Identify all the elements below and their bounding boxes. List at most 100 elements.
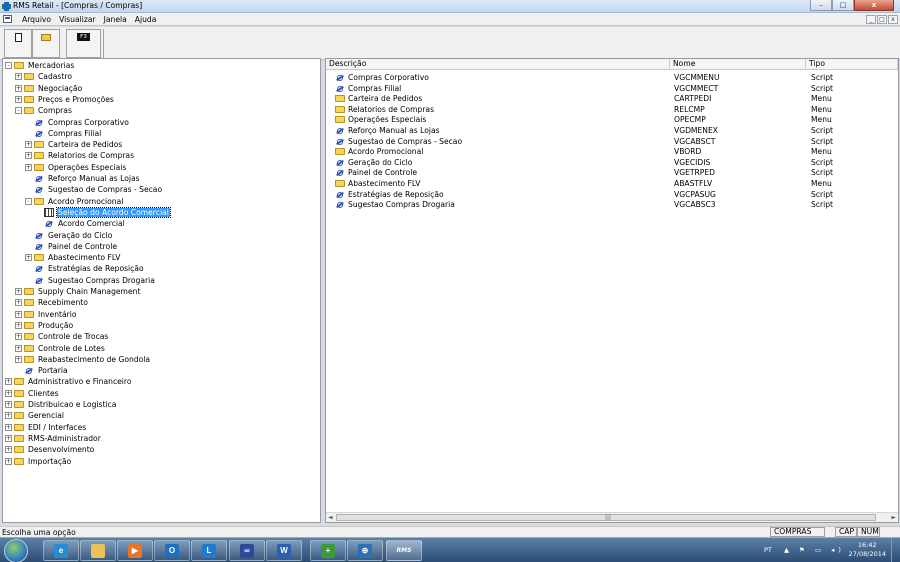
list-row[interactable]: Operações Especiais OPECMP Menu <box>326 114 898 125</box>
expand-icon[interactable]: + <box>5 389 12 397</box>
tree-item-label[interactable]: Abastecimento FLV <box>47 253 121 262</box>
tree-item[interactable]: Portaria <box>15 365 69 376</box>
tree-item[interactable]: + Cadastro <box>15 71 73 82</box>
tree-item-label[interactable]: Acordo Comercial <box>57 219 126 228</box>
expand-icon[interactable]: + <box>25 152 32 160</box>
maximize-button[interactable]: □ <box>832 0 854 11</box>
expand-icon[interactable]: + <box>15 288 22 295</box>
tree-item[interactable]: + Supply Chain Management <box>15 286 141 297</box>
tree-item-label[interactable]: Operações Especiais <box>47 163 127 172</box>
scroll-right-icon[interactable]: ► <box>891 514 896 521</box>
tree-item[interactable]: + Gerencial <box>5 410 65 421</box>
column-nome[interactable]: Nome <box>670 59 806 70</box>
tree-item-label[interactable]: Reabastecimento de Gondola <box>37 355 151 364</box>
list-row[interactable]: Compras Corporativo VGCMMENU Script <box>326 72 898 83</box>
tree-item-label[interactable]: Inventário <box>37 310 78 319</box>
list-row[interactable]: Compras Filial VGCMMECT Script <box>326 83 898 94</box>
horizontal-scrollbar[interactable]: ◄ ||| ► <box>326 512 898 522</box>
tree-item-label-selected[interactable]: Seleção do Acordo Comercial <box>56 206 171 218</box>
taskbar-app[interactable]: ⊕ <box>347 540 383 561</box>
tree-item-label[interactable]: Estratégias de Reposição <box>47 264 145 273</box>
expand-icon[interactable]: + <box>15 299 22 307</box>
tree-item[interactable]: Painel de Controle <box>25 241 118 252</box>
tree-item[interactable]: + Controle de Lotes <box>15 343 106 354</box>
expand-icon[interactable]: + <box>15 355 22 363</box>
tree-item-label[interactable]: Compras Corporativo <box>47 118 130 127</box>
tree-item[interactable]: + Preços e Promoções <box>15 94 115 105</box>
f3-button[interactable]: F3 <box>66 29 101 58</box>
tree-item[interactable]: + RMS-Administrador <box>5 433 102 444</box>
tree-item[interactable]: + Administrativo e Financeiro <box>5 376 133 387</box>
menu-janela[interactable]: Janela <box>100 15 131 24</box>
tree-item[interactable]: - Compras <box>15 105 73 116</box>
column-descricao[interactable]: Descrição <box>326 59 670 70</box>
expand-icon[interactable]: + <box>25 254 32 262</box>
list-row[interactable]: Geração do Ciclo VGECIDIS Script <box>326 157 898 168</box>
tree-item-label[interactable]: Controle de Lotes <box>37 344 106 353</box>
tree-item[interactable]: Sugestao de Compras - Secao <box>25 184 163 195</box>
tree-item-label[interactable]: Distribuicao e Logistica <box>27 400 117 409</box>
taskbar-app[interactable]: e <box>43 540 79 561</box>
expand-icon[interactable]: + <box>5 434 12 442</box>
list-row[interactable]: Acordo Promocional VBORD Menu <box>326 146 898 157</box>
expand-icon[interactable]: + <box>5 457 12 465</box>
expand-icon[interactable]: + <box>25 141 32 149</box>
new-button[interactable] <box>4 29 32 58</box>
expand-icon[interactable]: + <box>15 333 22 341</box>
tree-item-label[interactable]: Administrativo e Financeiro <box>27 377 133 386</box>
collapse-icon[interactable]: - <box>25 197 32 205</box>
tree-item[interactable]: Acordo Comercial <box>35 218 126 229</box>
list-row[interactable]: Painel de Controle VGETRPED Script <box>326 167 898 178</box>
taskbar-rms-app[interactable]: RMS <box>386 540 422 561</box>
tree-item[interactable]: + Carteira de Pedidos <box>25 139 123 150</box>
tree-item-label[interactable]: Recebimento <box>37 298 89 307</box>
expand-icon[interactable]: + <box>15 95 22 103</box>
tree-item-label[interactable]: Compras <box>37 106 73 115</box>
open-button[interactable] <box>32 29 60 58</box>
taskbar-app[interactable]: + <box>310 540 346 561</box>
tree-item[interactable]: + Recebimento <box>15 297 89 308</box>
scroll-thumb[interactable]: ||| <box>336 514 876 521</box>
tree-item-label[interactable]: Controle de Trocas <box>37 332 109 341</box>
tree-item-label[interactable]: Relatorios de Compras <box>47 151 135 160</box>
expand-icon[interactable]: + <box>25 163 32 171</box>
tree-item-label[interactable]: Cadastro <box>37 72 73 81</box>
collapse-icon[interactable]: - <box>5 62 12 69</box>
menu-ajuda[interactable]: Ajuda <box>131 15 161 24</box>
list-row[interactable]: Sugestao de Compras - Secao VGCABSCT Scrip… <box>326 136 898 147</box>
show-desktop-button[interactable] <box>891 538 900 562</box>
start-button[interactable] <box>4 539 28 562</box>
minimize-button[interactable]: – <box>810 0 832 11</box>
tree-item-label[interactable]: Negociação <box>37 84 83 93</box>
tree-item[interactable]: - Mercadorias <box>5 60 75 71</box>
clock[interactable]: 16:42 27/08/2014 <box>849 541 886 559</box>
expand-icon[interactable]: + <box>15 344 22 352</box>
taskbar-app[interactable] <box>80 540 116 561</box>
tree-item[interactable]: + Produção <box>15 320 74 331</box>
list-row[interactable]: Sugestao Compras Drogaria VGCABSC3 Script <box>326 199 898 210</box>
collapse-icon[interactable]: - <box>15 107 22 115</box>
tree-item-label[interactable]: Mercadorias <box>27 61 75 70</box>
tree-item[interactable]: + Abastecimento FLV <box>25 252 121 263</box>
tree-item[interactable]: Seleção do Acordo Comercial <box>35 206 171 218</box>
tree-item-label[interactable]: Geração do Ciclo <box>47 231 113 240</box>
navigation-tree[interactable]: - Mercadorias + Cadastro + Negociação + Preços … <box>2 58 321 523</box>
tree-item[interactable]: - Acordo Promocional <box>25 196 124 207</box>
document-icon[interactable] <box>3 15 12 23</box>
tree-item[interactable]: Compras Corporativo <box>25 117 130 128</box>
expand-icon[interactable]: + <box>5 378 12 386</box>
tree-item[interactable]: Compras Filial <box>25 128 102 139</box>
close-button[interactable]: x <box>854 0 894 11</box>
taskbar-app[interactable]: ▶ <box>117 540 153 561</box>
taskbar-app[interactable]: L <box>191 540 227 561</box>
list-row[interactable]: Carteira de Pedidos CARTPEDI Menu <box>326 93 898 104</box>
language-indicator[interactable]: PT <box>764 546 772 554</box>
expand-icon[interactable]: + <box>15 310 22 318</box>
taskbar-app[interactable]: O <box>154 540 190 561</box>
tree-item[interactable]: + Reabastecimento de Gondola <box>15 354 151 365</box>
scroll-left-icon[interactable]: ◄ <box>328 514 333 521</box>
tree-item-label[interactable]: Preços e Promoções <box>37 95 115 104</box>
tree-item[interactable]: + EDI / Interfaces <box>5 422 87 433</box>
taskbar-app[interactable]: ∞ <box>229 540 265 561</box>
tree-item-label[interactable]: Produção <box>37 321 74 330</box>
